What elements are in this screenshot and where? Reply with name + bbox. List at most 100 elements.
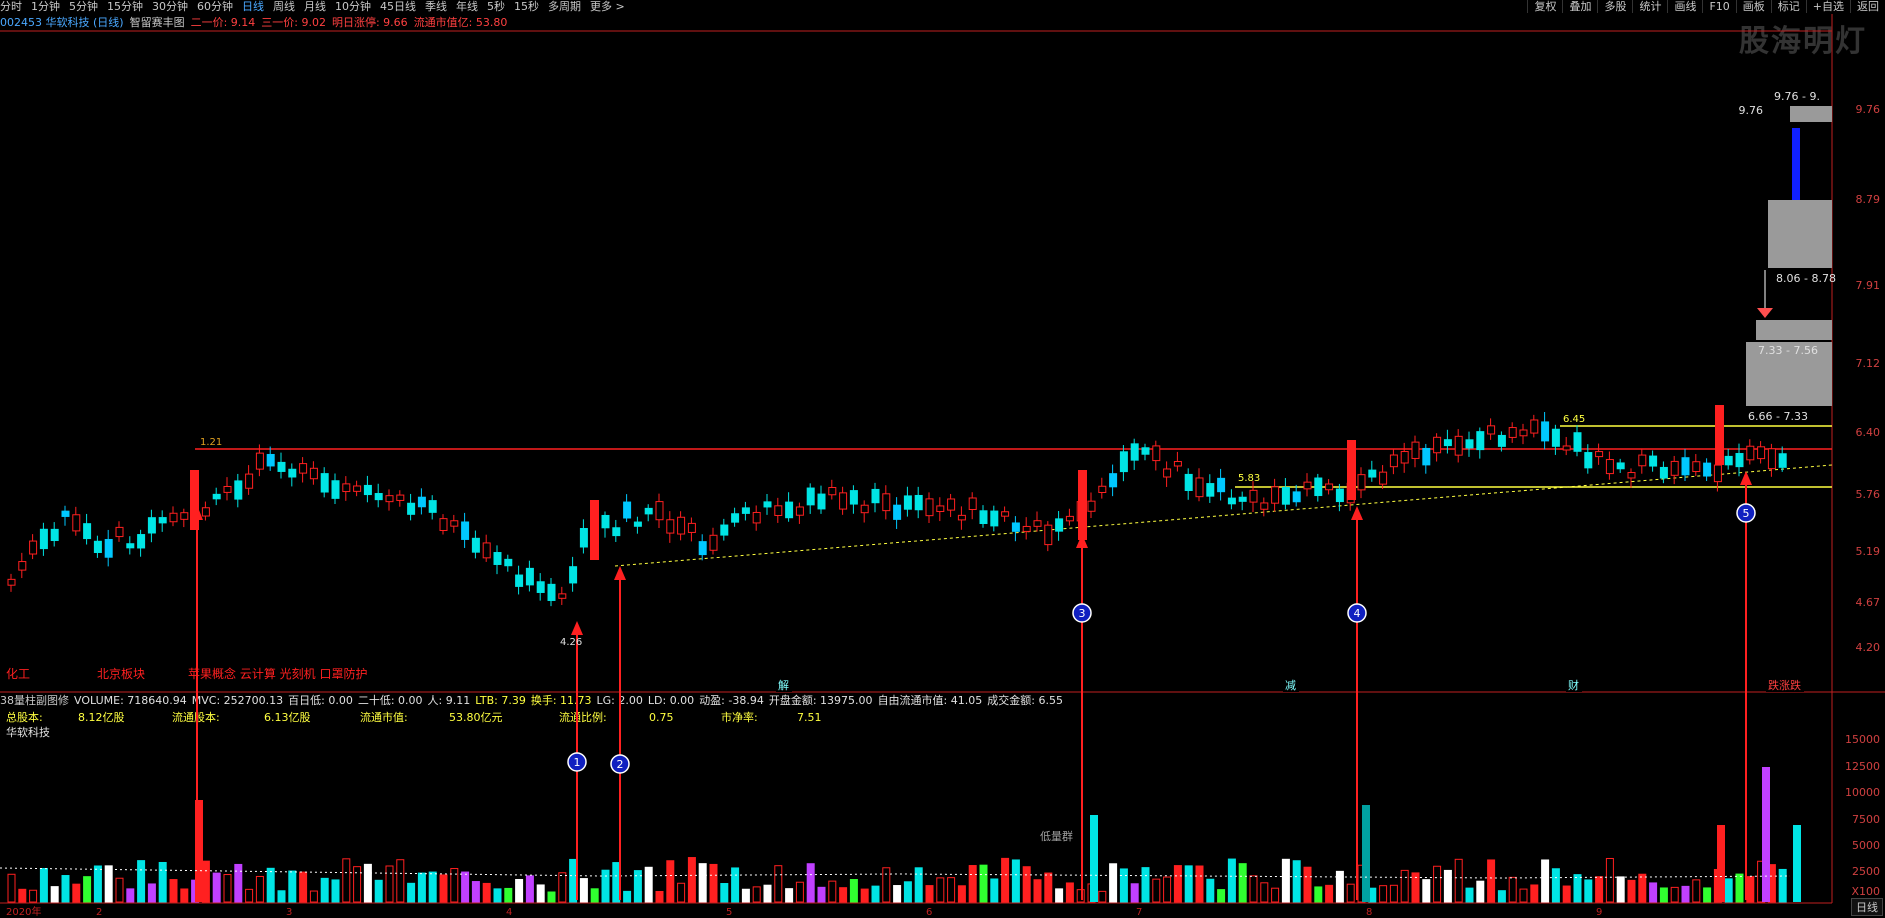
volume-bar <box>590 888 599 903</box>
vol-tick-1: 12500 <box>1845 760 1880 773</box>
candle-body <box>1573 432 1582 452</box>
volume-bar <box>1206 878 1215 903</box>
candle-body <box>1206 483 1215 497</box>
chip-label-r3: 6.66 - 7.33 <box>1748 410 1808 423</box>
volume-bar <box>1195 865 1204 903</box>
bottom-tab-daily[interactable]: 日线 <box>1851 898 1883 916</box>
candle-body <box>428 500 437 513</box>
candle-body <box>1605 459 1614 475</box>
volume-bar <box>1109 863 1118 903</box>
signal-marker-label-1: 2 <box>617 758 624 771</box>
volume-bar <box>1152 878 1161 903</box>
price-tick-3: 7.12 <box>1856 357 1881 370</box>
candle-body <box>363 484 372 496</box>
candle-body <box>752 511 761 524</box>
volume-bar <box>1130 883 1139 903</box>
volume-bar <box>342 858 351 903</box>
chip-block-3 <box>1756 320 1832 340</box>
candle-body <box>644 507 653 515</box>
candle-body <box>839 492 848 510</box>
volume-bar <box>893 885 902 903</box>
volume-bar <box>731 867 740 903</box>
volume-bar <box>1508 876 1517 903</box>
candle-body <box>1249 489 1258 503</box>
vol-tick-0: 15000 <box>1845 733 1880 746</box>
volume-bar <box>666 860 675 903</box>
candle-body <box>1055 518 1064 532</box>
volume-bar <box>569 858 578 903</box>
candle-body <box>169 512 178 523</box>
vol-tick-6: X100 <box>1851 885 1880 898</box>
candle-body <box>849 490 858 505</box>
candle-body <box>104 538 113 558</box>
candle-body <box>309 467 318 480</box>
volume-bar <box>1595 876 1604 903</box>
candle-body <box>666 519 675 534</box>
candle-body <box>1433 436 1442 454</box>
sector-tag-0: 化工 <box>6 667 30 681</box>
candle-body <box>1681 457 1690 476</box>
candle-body <box>385 495 394 503</box>
candle-body <box>709 534 718 551</box>
volume-bar <box>61 875 70 903</box>
candle-body <box>29 540 38 555</box>
volume-bar <box>1692 879 1701 903</box>
volume-bar <box>1681 885 1690 903</box>
volume-bar <box>860 888 869 903</box>
volume-bar <box>1389 884 1398 903</box>
volume-bar <box>1746 876 1755 903</box>
price-tick-4: 6.40 <box>1856 426 1881 439</box>
candle-body <box>1411 441 1420 459</box>
volume-bar <box>990 878 999 903</box>
signal-candle-2 <box>1078 470 1087 540</box>
volume-bar <box>320 877 329 903</box>
candle-body <box>828 487 837 496</box>
volume-bar <box>147 883 156 903</box>
candle-body <box>1627 472 1636 479</box>
volume-bar <box>1163 876 1172 903</box>
volume-bar <box>223 874 232 903</box>
candle-body <box>1422 447 1431 466</box>
volume-bar <box>93 865 102 903</box>
candle-body <box>1443 439 1452 447</box>
candle-body <box>774 505 783 516</box>
low-price-label: 4.26 <box>560 637 582 648</box>
chip-label-top-range: 9.76 - 9. <box>1774 90 1820 103</box>
candle-body <box>623 501 632 519</box>
candle-body <box>1530 419 1539 434</box>
candle-body <box>180 512 189 520</box>
signal-candle-3 <box>1347 440 1356 500</box>
candle-body <box>1713 464 1722 483</box>
volume-bar <box>482 882 491 903</box>
candle-body <box>558 593 567 599</box>
candle-body <box>353 485 362 492</box>
volume-bar <box>1724 878 1733 903</box>
volume-bar <box>1260 882 1269 903</box>
volume-bar <box>104 865 113 903</box>
candle-body <box>72 514 81 532</box>
volume-bar <box>277 890 286 903</box>
volume-bar <box>817 886 826 903</box>
candle-body <box>1130 443 1139 461</box>
candle-body <box>1098 485 1107 493</box>
price-tick-6: 5.19 <box>1856 545 1881 558</box>
candle-body <box>137 534 146 549</box>
level-label-121: 1.21 <box>200 437 222 448</box>
volume-bar <box>1519 888 1528 903</box>
volume-bar <box>1584 879 1593 903</box>
candle-body <box>1227 497 1236 505</box>
volume-group <box>0 767 1801 903</box>
volume-bar <box>471 881 480 903</box>
volume-bar <box>1119 868 1128 903</box>
volume-bar <box>579 878 588 903</box>
candle-body <box>493 552 502 565</box>
candle-body <box>331 480 340 499</box>
candle-body <box>158 517 167 524</box>
volume-bar <box>201 860 210 903</box>
candle-body <box>979 510 988 525</box>
candle-body <box>1141 447 1150 455</box>
kline-chart[interactable]: 1 2 3 4 5 9.76 8.79 7.91 7.12 6.40 5.76 5.19 4.67 4.… <box>0 0 1885 918</box>
x-label-6: 7 <box>1136 907 1142 918</box>
candle-body <box>1119 451 1128 473</box>
candle-body <box>83 523 92 540</box>
